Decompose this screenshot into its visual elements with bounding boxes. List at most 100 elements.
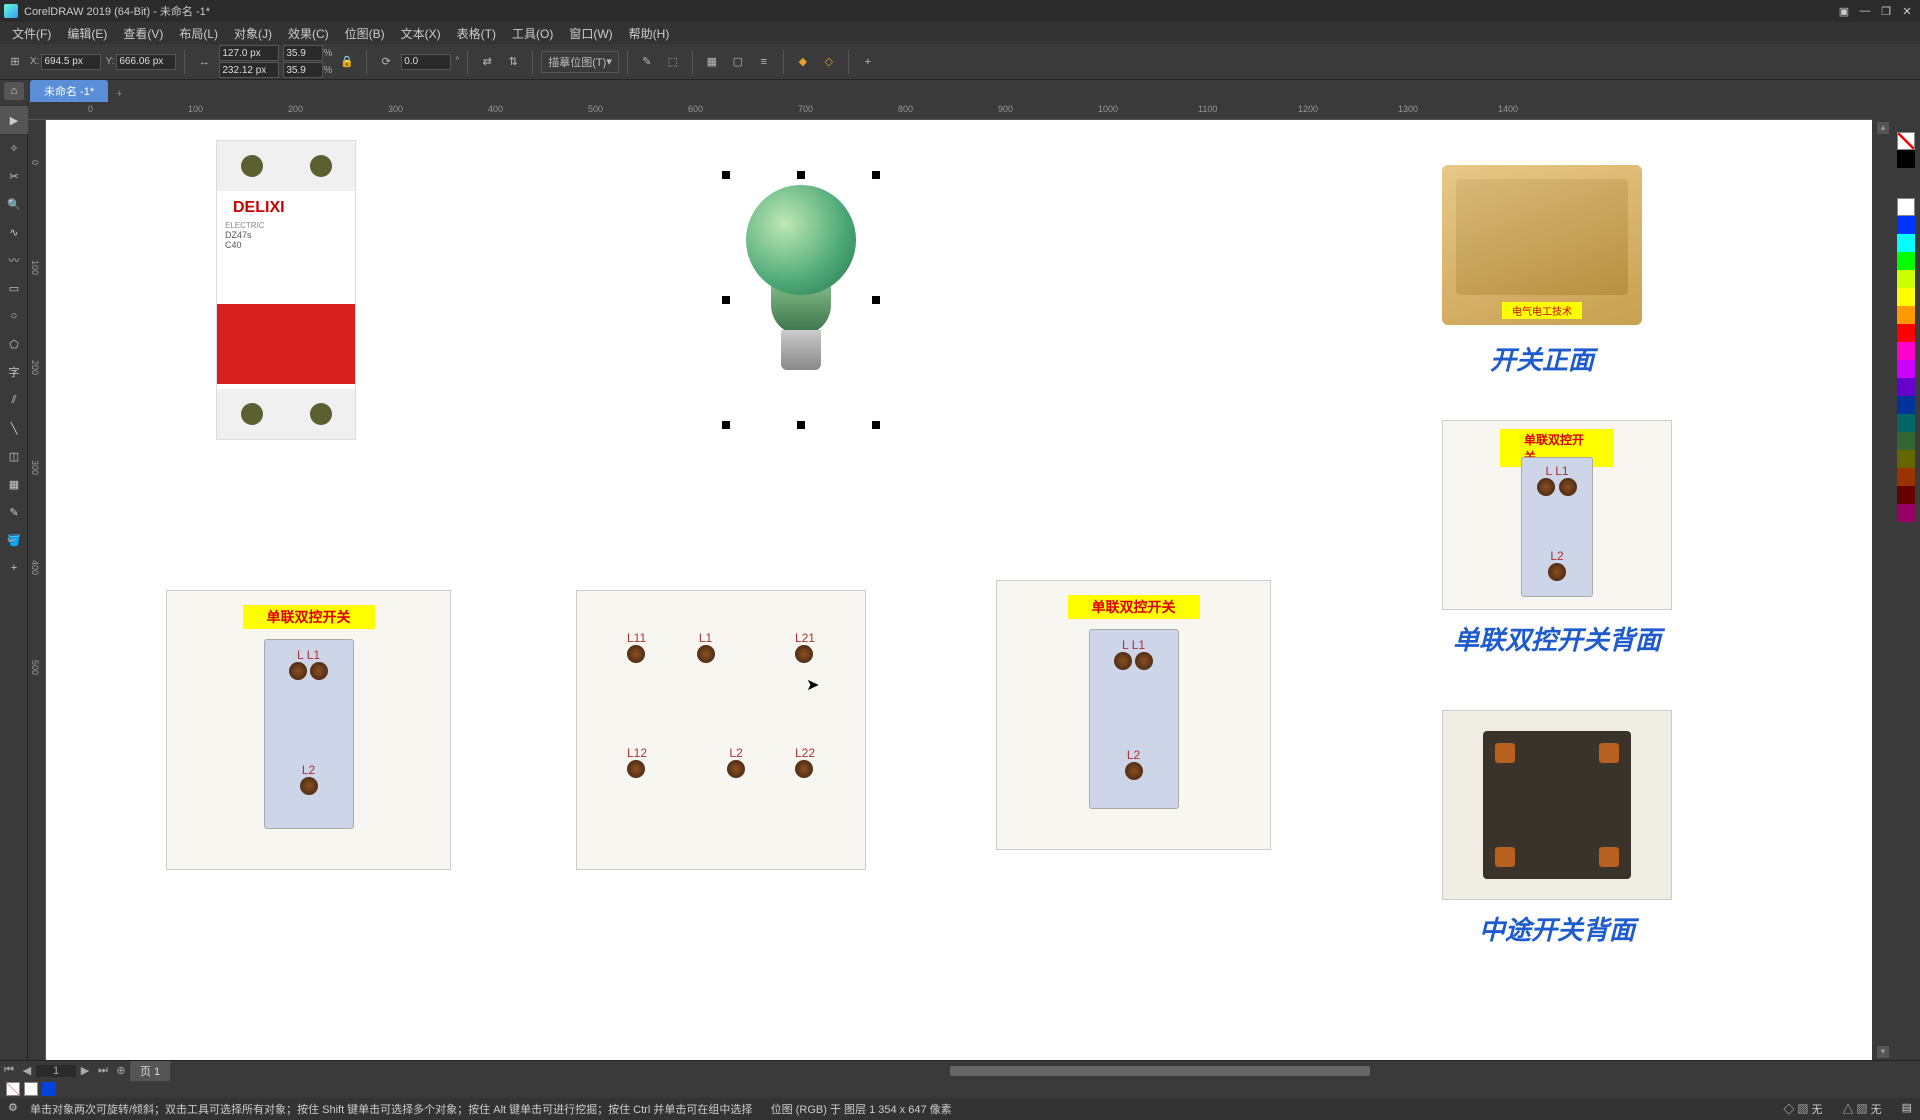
menu-effect[interactable]: 效果(C) bbox=[280, 25, 337, 42]
prev-page-button[interactable]: ◀ bbox=[18, 1064, 36, 1077]
double-switch[interactable]: L11 L1 L21 L12 L2 L22 bbox=[576, 590, 866, 870]
shape-tool[interactable]: ✧ bbox=[0, 134, 28, 162]
eyedropper-tool[interactable]: ✎ bbox=[0, 498, 28, 526]
pick-tool[interactable]: ▶ bbox=[0, 106, 28, 134]
color-swatch[interactable] bbox=[1897, 342, 1915, 360]
zoom-tool[interactable]: 🔍 bbox=[0, 190, 28, 218]
color-swatch[interactable] bbox=[1897, 396, 1915, 414]
freehand-tool[interactable]: ∿ bbox=[0, 218, 28, 246]
last-page-button[interactable]: ⏭ bbox=[94, 1064, 112, 1077]
document-tab[interactable]: 未命名 -1* bbox=[30, 80, 108, 102]
menu-bitmap[interactable]: 位图(B) bbox=[337, 25, 393, 42]
crop-tool[interactable]: ✂ bbox=[0, 162, 28, 190]
menu-window[interactable]: 窗口(W) bbox=[561, 25, 620, 42]
canvas[interactable]: DELIXI ELECTRIC DZ47s C40 电气电工技术 开关正面 bbox=[46, 120, 1872, 1060]
color-swatch[interactable] bbox=[1897, 414, 1915, 432]
current-color-icon[interactable] bbox=[42, 1082, 56, 1096]
height-input[interactable] bbox=[219, 62, 279, 78]
single-switch-right[interactable]: 单联双控开关 L L1 L2 bbox=[1442, 420, 1672, 610]
color-swatch[interactable] bbox=[1897, 450, 1915, 468]
fill-tool[interactable]: 🪣 bbox=[0, 526, 28, 554]
align2-icon[interactable]: ▢ bbox=[727, 51, 749, 73]
gold-switch-front[interactable]: 电气电工技术 bbox=[1442, 165, 1642, 325]
menu-table[interactable]: 表格(T) bbox=[449, 25, 504, 42]
trace-bitmap-dropdown[interactable]: 描摹位图(T) ▾ bbox=[541, 51, 619, 73]
align3-icon[interactable]: ≡ bbox=[753, 51, 775, 73]
add-icon[interactable]: + bbox=[857, 51, 879, 73]
page-num[interactable]: 1 bbox=[36, 1065, 76, 1077]
edit-bitmap-icon[interactable]: ✎ bbox=[636, 51, 658, 73]
polygon-tool[interactable]: ⬠ bbox=[0, 330, 28, 358]
align-icon[interactable]: ▦ bbox=[701, 51, 723, 73]
dropshadow-tool[interactable]: ◫ bbox=[0, 442, 28, 470]
help-icon[interactable]: ▣ bbox=[1835, 4, 1853, 18]
close-button[interactable]: ✕ bbox=[1898, 4, 1916, 18]
lock-ratio-icon[interactable]: 🔒 bbox=[336, 51, 358, 73]
x-input[interactable] bbox=[41, 54, 101, 70]
vertical-scrollbar[interactable]: ▴ ▾ bbox=[1874, 120, 1892, 1060]
maximize-button[interactable]: ❐ bbox=[1877, 4, 1895, 18]
add-page-button[interactable]: ⊕ bbox=[112, 1064, 130, 1077]
outline-indicator[interactable]: △ ▨ 无 bbox=[1842, 1101, 1881, 1117]
single-switch-1[interactable]: 单联双控开关 L L1 L2 bbox=[166, 590, 451, 870]
fill-indicator[interactable]: ◇ ▨ 无 bbox=[1783, 1101, 1822, 1117]
bulb-graphic[interactable] bbox=[726, 175, 876, 370]
transparency-tool[interactable]: ▦ bbox=[0, 470, 28, 498]
artistic-tool[interactable]: 〰 bbox=[0, 246, 28, 274]
y-input[interactable] bbox=[116, 54, 176, 70]
text-tool[interactable]: 字 bbox=[0, 358, 28, 386]
color-swatch[interactable] bbox=[1897, 468, 1915, 486]
menu-text[interactable]: 文本(X) bbox=[393, 25, 449, 42]
color-swatch[interactable] bbox=[1897, 360, 1915, 378]
color-swatch[interactable] bbox=[1897, 504, 1915, 522]
color-swatch[interactable] bbox=[1897, 216, 1915, 234]
minimize-button[interactable]: — bbox=[1856, 4, 1874, 18]
new-tab-button[interactable]: + bbox=[108, 86, 130, 102]
rotation-input[interactable] bbox=[401, 54, 451, 70]
color-swatch[interactable] bbox=[1897, 378, 1915, 396]
ellipse-tool[interactable]: ○ bbox=[0, 302, 28, 330]
color-swatch[interactable] bbox=[1897, 324, 1915, 342]
mirror-h-icon[interactable]: ⇄ bbox=[476, 51, 498, 73]
menu-layout[interactable]: 布局(L) bbox=[171, 25, 226, 42]
menu-tools[interactable]: 工具(O) bbox=[504, 25, 561, 42]
scale-x-input[interactable] bbox=[283, 45, 323, 61]
color-swatch[interactable] bbox=[1897, 306, 1915, 324]
menu-object[interactable]: 对象(J) bbox=[226, 25, 280, 42]
mirror-v-icon[interactable]: ⇅ bbox=[502, 51, 524, 73]
color-swatch[interactable] bbox=[1897, 432, 1915, 450]
fill-swatch-icon[interactable] bbox=[6, 1082, 20, 1096]
color-swatch[interactable] bbox=[1897, 486, 1915, 504]
order-back-icon[interactable]: ◇ bbox=[818, 51, 840, 73]
docker-toggle-icon[interactable]: ▤ bbox=[1902, 1101, 1912, 1117]
width-input[interactable] bbox=[219, 45, 279, 61]
selection-handles[interactable] bbox=[726, 175, 876, 425]
parallel-tool[interactable]: ⫽ bbox=[0, 386, 28, 414]
color-swatch[interactable] bbox=[1897, 234, 1915, 252]
crop-icon[interactable]: ⬚ bbox=[662, 51, 684, 73]
intermediate-switch[interactable] bbox=[1442, 710, 1672, 900]
expand-tool[interactable]: + bbox=[0, 554, 28, 582]
first-page-button[interactable]: ⏮ bbox=[0, 1064, 18, 1077]
color-swatch[interactable] bbox=[1897, 252, 1915, 270]
menu-file[interactable]: 文件(F) bbox=[4, 25, 59, 42]
color-swatch[interactable] bbox=[1897, 288, 1915, 306]
color-swatch[interactable] bbox=[1897, 150, 1915, 168]
color-swatch[interactable] bbox=[1897, 270, 1915, 288]
page-tab[interactable]: 页 1 bbox=[130, 1061, 170, 1081]
circuit-breaker-graphic[interactable]: DELIXI ELECTRIC DZ47s C40 bbox=[216, 140, 356, 440]
menu-view[interactable]: 查看(V) bbox=[115, 25, 171, 42]
order-front-icon[interactable]: ◆ bbox=[792, 51, 814, 73]
outline-swatch-icon[interactable] bbox=[24, 1082, 38, 1096]
home-tab-icon[interactable]: ⌂ bbox=[4, 82, 24, 100]
next-page-button[interactable]: ▶ bbox=[76, 1064, 94, 1077]
menu-help[interactable]: 帮助(H) bbox=[621, 25, 678, 42]
color-swatch[interactable] bbox=[1897, 198, 1915, 216]
connector-tool[interactable]: ╲ bbox=[0, 414, 28, 442]
single-switch-2[interactable]: 单联双控开关 L L1 L2 bbox=[996, 580, 1271, 850]
scale-y-input[interactable] bbox=[283, 62, 323, 78]
rectangle-tool[interactable]: ▭ bbox=[0, 274, 28, 302]
gear-icon[interactable]: ⚙ bbox=[8, 1101, 24, 1117]
horizontal-scrollbar[interactable] bbox=[170, 1064, 1920, 1078]
no-color-swatch[interactable] bbox=[1897, 132, 1915, 150]
